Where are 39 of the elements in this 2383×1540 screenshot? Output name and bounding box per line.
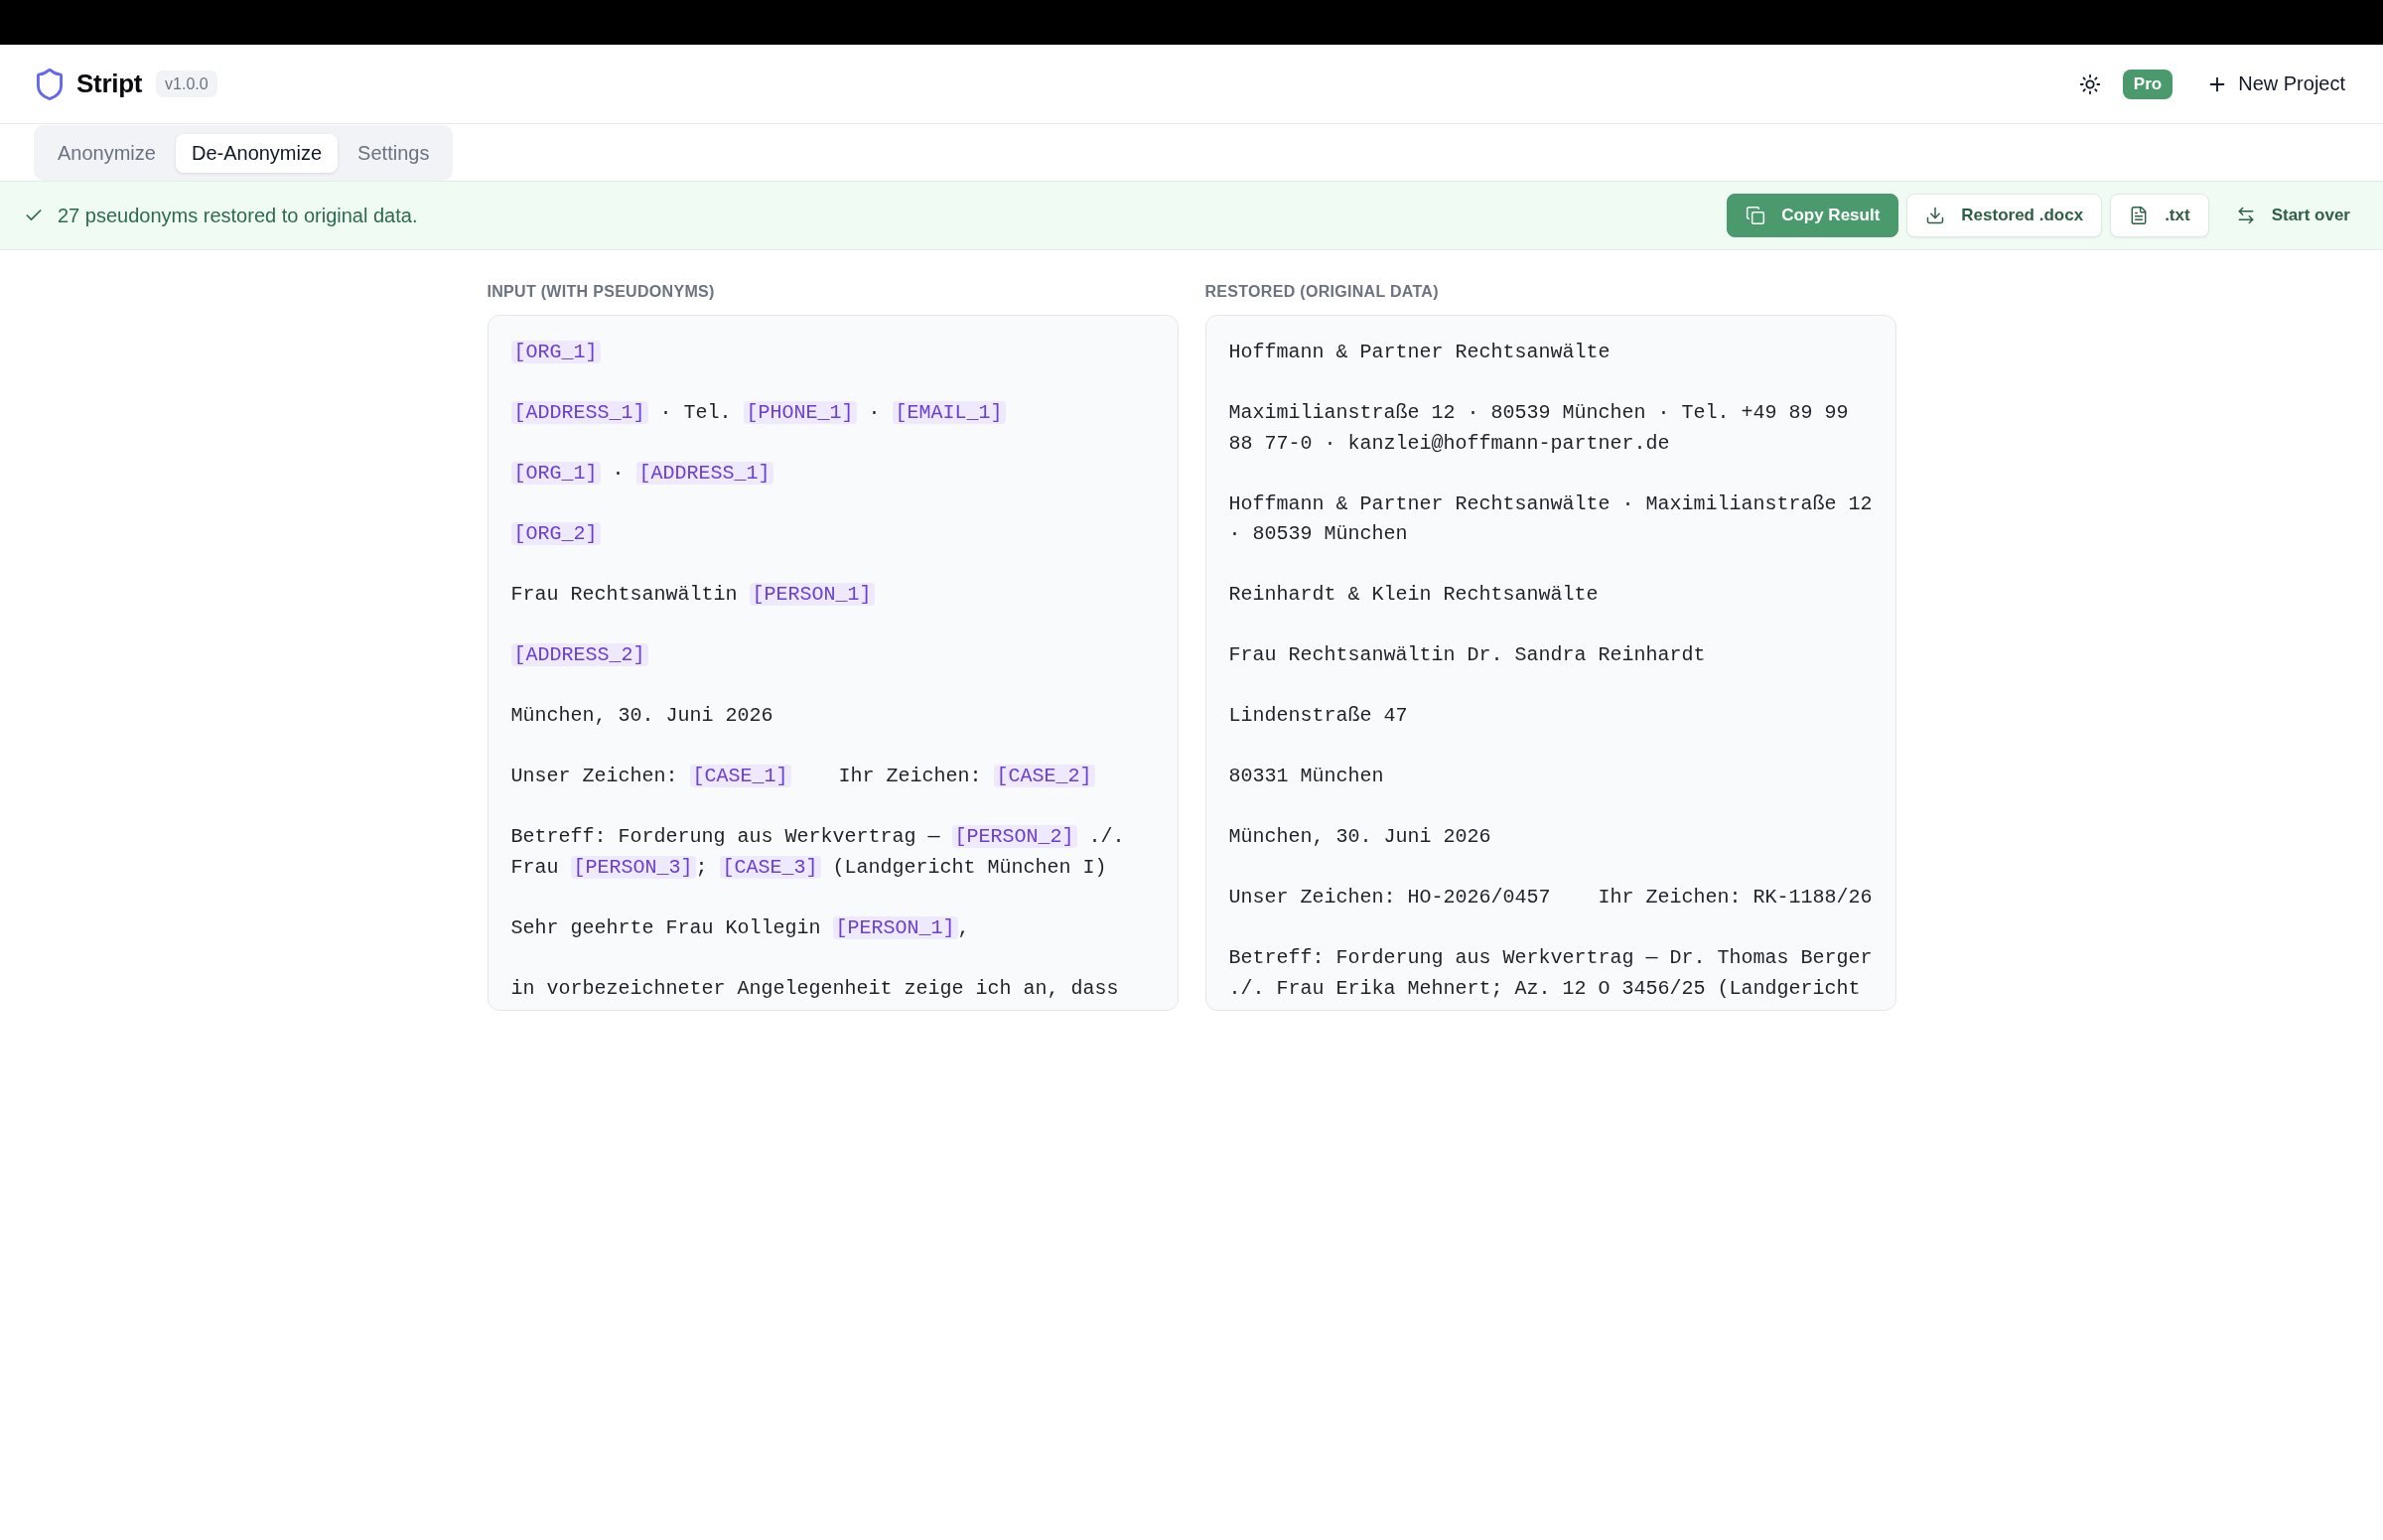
text-paragraph: Lindenstraße 47 bbox=[1228, 703, 1409, 729]
text-paragraph: [ORG_1] bbox=[510, 338, 1156, 368]
start-over-button[interactable]: Start over bbox=[2216, 194, 2369, 237]
text-paragraph: Unser Zeichen: HO-2026/0457 Ihr Zeichen: RK-1188/26 bbox=[1228, 885, 1874, 910]
text-paragraph: Sehr geehrte Frau Kollegin [PERSON_1], bbox=[510, 914, 971, 941]
sun-icon bbox=[2078, 72, 2101, 95]
tab[interactable]: Settings bbox=[342, 133, 446, 173]
app-name: Stript bbox=[76, 69, 143, 99]
text-paragraph: Betreff: Forderung aus Werkvertrag — [PERSON_2] ./. Frau [PERSON_3]; [CASE_3] (Landgericht München I) bbox=[510, 824, 1126, 881]
status-message: 27 pseudonyms restored to original data. bbox=[58, 204, 418, 227]
tab[interactable]: Anonymize bbox=[42, 133, 172, 173]
shield-icon bbox=[37, 68, 63, 100]
text-paragraph: Frau Rechtsanwältin [PERSON_1] bbox=[510, 580, 1156, 611]
text-paragraph: [ORG_1] · [ADDRESS_1] bbox=[510, 459, 1156, 490]
tab[interactable]: De-Anonymize bbox=[175, 133, 339, 173]
text-paragraph: Frau Rechtsanwältin Dr. Sandra Reinhardt bbox=[1228, 642, 1707, 668]
restored-label: RESTORED (ORIGINAL DATA) bbox=[1204, 282, 1440, 302]
text-paragraph: 80331 München bbox=[1228, 764, 1385, 789]
text-paragraph: München, 30. Juni 2026 bbox=[1228, 824, 1492, 850]
text-paragraph: Unser Zeichen: [CASE_1] Ihr Zeichen: [CASE_2] bbox=[510, 762, 1156, 792]
text-paragraph: [ORG_2] bbox=[510, 519, 1156, 550]
pro-badge: Pro bbox=[2122, 69, 2173, 99]
download-docx-button[interactable]: Restored .docx bbox=[1906, 194, 2103, 237]
text-paragraph: Reinhardt & Klein Rechtsanwälte bbox=[1228, 582, 1600, 608]
text-paragraph: [ADDRESS_2] bbox=[510, 640, 1156, 671]
text-paragraph: Hoffmann & Partner Rechtsanwälte bbox=[1228, 340, 1612, 365]
text-paragraph: in vorbezeichneter Angelegenheit zeige ich an, dass bbox=[510, 975, 1120, 1002]
input-label: INPUT (WITH PSEUDONYMS) bbox=[487, 282, 716, 302]
theme-toggle[interactable] bbox=[2078, 72, 2101, 95]
text-paragraph: Betreff: Forderung aus Werkvertrag — Dr. Thomas Berger ./. Frau Erika Mehnert; Az. 12 O 3456/25 (Landgericht bbox=[1228, 945, 1874, 1002]
text-paragraph: Hoffmann & Partner Rechtsanwälte · Maximilianstraße 12 · 80539 München bbox=[1228, 490, 1874, 547]
download-txt-button[interactable]: .txt bbox=[2110, 194, 2209, 237]
new-project-button[interactable]: New Project bbox=[2194, 65, 2357, 103]
version-badge: v1.0.0 bbox=[156, 70, 217, 97]
text-paragraph: München, 30. Juni 2026 bbox=[510, 703, 774, 729]
copy-icon bbox=[1746, 206, 1766, 225]
text-paragraph: [ADDRESS_1] · Tel. [PHONE_1] · [EMAIL_1] bbox=[510, 398, 1156, 429]
text-paragraph: Maximilianstraße 12 · 80539 München · Tel. +49 89 99 88 77-0 · kanzlei@hoffmann-partner.de bbox=[1228, 400, 1850, 457]
download-icon bbox=[1925, 206, 1946, 225]
